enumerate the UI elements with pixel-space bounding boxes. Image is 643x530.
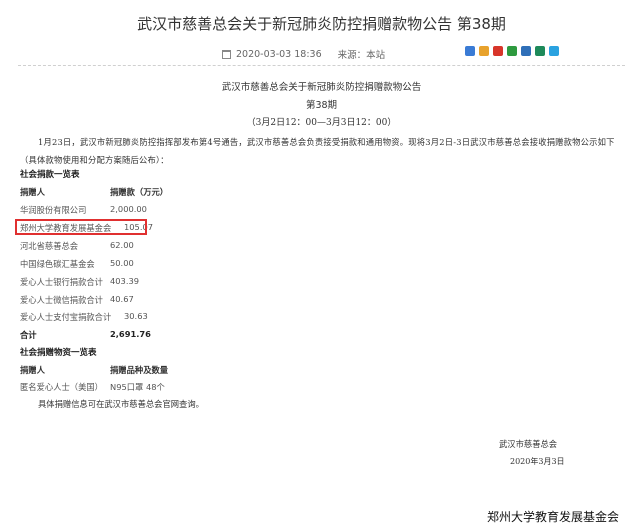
publish-date: 2020-03-03 18:36 xyxy=(236,48,322,60)
highlight-box xyxy=(15,219,147,235)
intro-paragraph: 1月23日，武汉市新冠肺炎防控指挥部发布第4号通告，武汉市慈善总会负责接受捐款和… xyxy=(20,137,615,165)
donation-amount: 40.67 xyxy=(110,294,134,304)
calendar-icon xyxy=(222,49,231,59)
signature-date: 2020年3月3日 xyxy=(510,457,565,466)
qq-share-icon[interactable] xyxy=(549,46,559,56)
total-label: 合计 xyxy=(20,330,37,340)
donation-amount: 50.00 xyxy=(110,258,134,268)
col-amount-header: 捐赠款（万元） xyxy=(110,187,169,197)
document-period: （3月2日12：00—3月3日12：00） xyxy=(246,118,397,128)
image-caption: 郑州大学教育发展基金会 xyxy=(487,510,620,524)
signature-org: 武汉市慈善总会 xyxy=(499,439,558,449)
col-donor-header: 捐赠人 xyxy=(20,365,45,375)
divider xyxy=(18,65,625,66)
donor-name: 中国绿色碳汇基金会 xyxy=(20,259,95,269)
donation-amount: 403.39 xyxy=(110,276,140,286)
weibo-share-icon[interactable] xyxy=(493,46,503,56)
col-item-header: 捐赠品种及数量 xyxy=(110,365,169,375)
donation-amount: 2,000.00 xyxy=(110,204,147,214)
total-value: 2,691.76 xyxy=(110,329,151,339)
closing-note: 具体捐赠信息可在武汉市慈善总会官网查询。 xyxy=(38,399,204,409)
donation-amount: 62.00 xyxy=(110,240,134,250)
goods-section-heading: 社会捐赠物资一览表 xyxy=(20,348,97,358)
money-section-heading: 社会捐款一览表 xyxy=(20,170,80,180)
plus-share-icon[interactable] xyxy=(465,46,475,56)
people-share-icon[interactable] xyxy=(535,46,545,56)
article-meta: 2020-03-03 18:36 来源：本站 xyxy=(222,47,385,61)
col-donor-header: 捐赠人 xyxy=(20,187,45,197)
donated-item: N95口罩 48个 xyxy=(110,382,165,392)
donor-name: 华润股份有限公司 xyxy=(20,205,87,215)
document-issue: 第38期 xyxy=(305,100,338,111)
donation-amount: 30.63 xyxy=(124,311,148,321)
donor-name: 爱心人士微信捐款合计 xyxy=(20,295,103,305)
donor-name: 河北省慈善总会 xyxy=(20,241,79,251)
page-title: 武汉市慈善总会关于新冠肺炎防控捐赠款物公告 第38期 xyxy=(137,15,506,33)
qzone-share-icon[interactable] xyxy=(479,46,489,56)
donor-name: 匿名爱心人士（美国） xyxy=(20,382,103,392)
share-bar xyxy=(465,46,559,56)
renren-share-icon[interactable] xyxy=(521,46,531,56)
document-title: 武汉市慈善总会关于新冠肺炎防控捐赠款物公告 xyxy=(221,82,422,93)
douban-share-icon[interactable] xyxy=(507,46,517,56)
donor-name: 爱心人士银行捐款合计 xyxy=(20,277,103,287)
donor-name: 爱心人士支付宝捐款合计 xyxy=(20,312,112,322)
article-source: 来源：本站 xyxy=(337,50,386,61)
